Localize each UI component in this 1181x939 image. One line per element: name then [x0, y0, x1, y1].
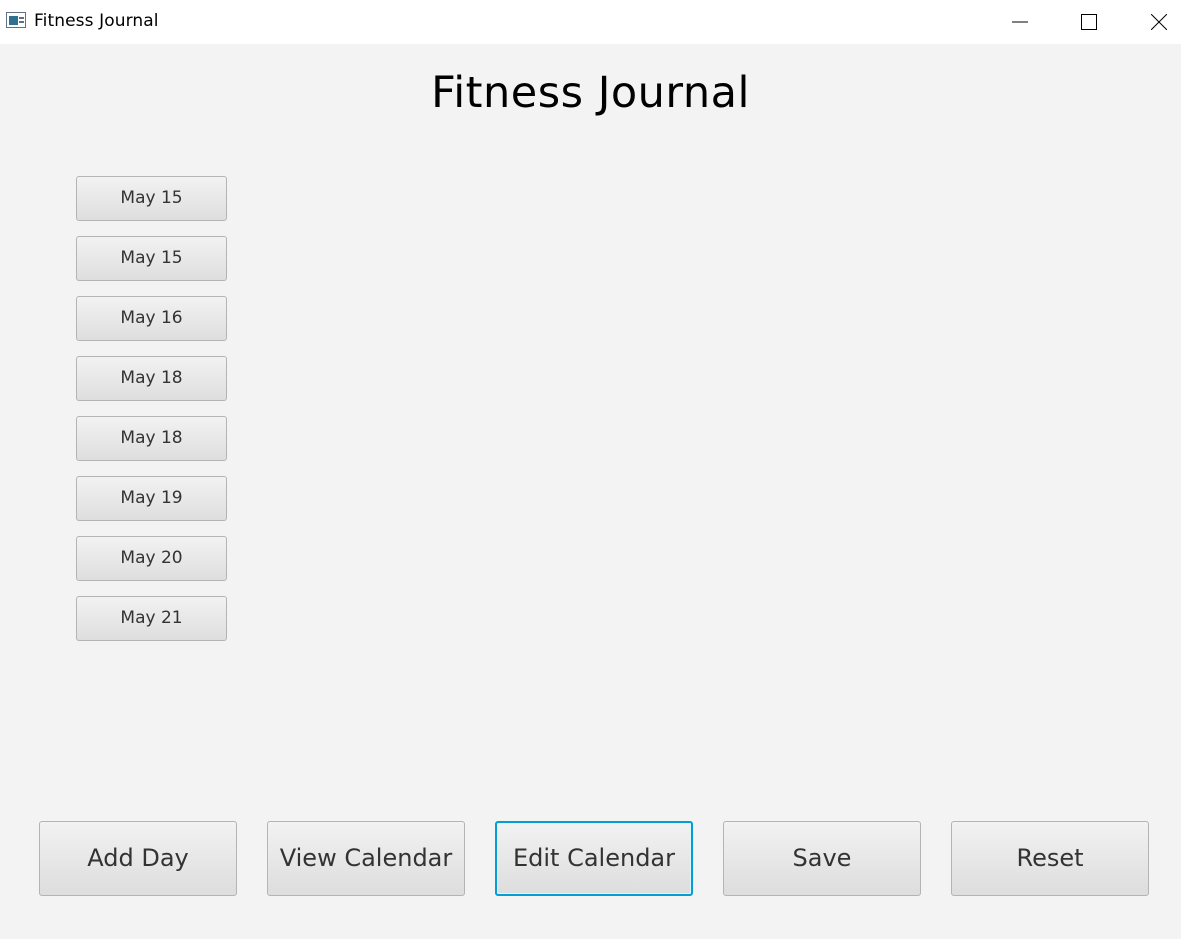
minimize-icon — [1012, 21, 1028, 23]
close-icon — [1151, 14, 1167, 30]
view-calendar-button[interactable]: View Calendar — [267, 821, 465, 896]
app-window-icon — [6, 12, 26, 28]
page-title: Fitness Journal — [431, 68, 750, 118]
title-bar[interactable]: Fitness Journal — [0, 0, 1181, 44]
day-button[interactable]: May 18 — [76, 356, 227, 401]
save-button[interactable]: Save — [723, 821, 921, 896]
reset-button[interactable]: Reset — [951, 821, 1149, 896]
add-day-button[interactable]: Add Day — [39, 821, 237, 896]
day-button[interactable]: May 21 — [76, 596, 227, 641]
day-button[interactable]: May 15 — [76, 236, 227, 281]
maximize-button[interactable] — [1066, 0, 1112, 44]
day-button[interactable]: May 15 — [76, 176, 227, 221]
app-window: Fitness Journal Fitness Journal May 15 M… — [0, 0, 1181, 939]
day-button[interactable]: May 19 — [76, 476, 227, 521]
minimize-button[interactable] — [997, 0, 1043, 44]
day-button[interactable]: May 20 — [76, 536, 227, 581]
day-list: May 15 May 15 May 16 May 18 May 18 May 1… — [76, 176, 227, 656]
close-button[interactable] — [1136, 0, 1181, 44]
edit-calendar-button[interactable]: Edit Calendar — [495, 821, 693, 896]
day-button[interactable]: May 18 — [76, 416, 227, 461]
day-button[interactable]: May 16 — [76, 296, 227, 341]
window-title: Fitness Journal — [34, 11, 159, 31]
maximize-icon — [1081, 14, 1097, 30]
